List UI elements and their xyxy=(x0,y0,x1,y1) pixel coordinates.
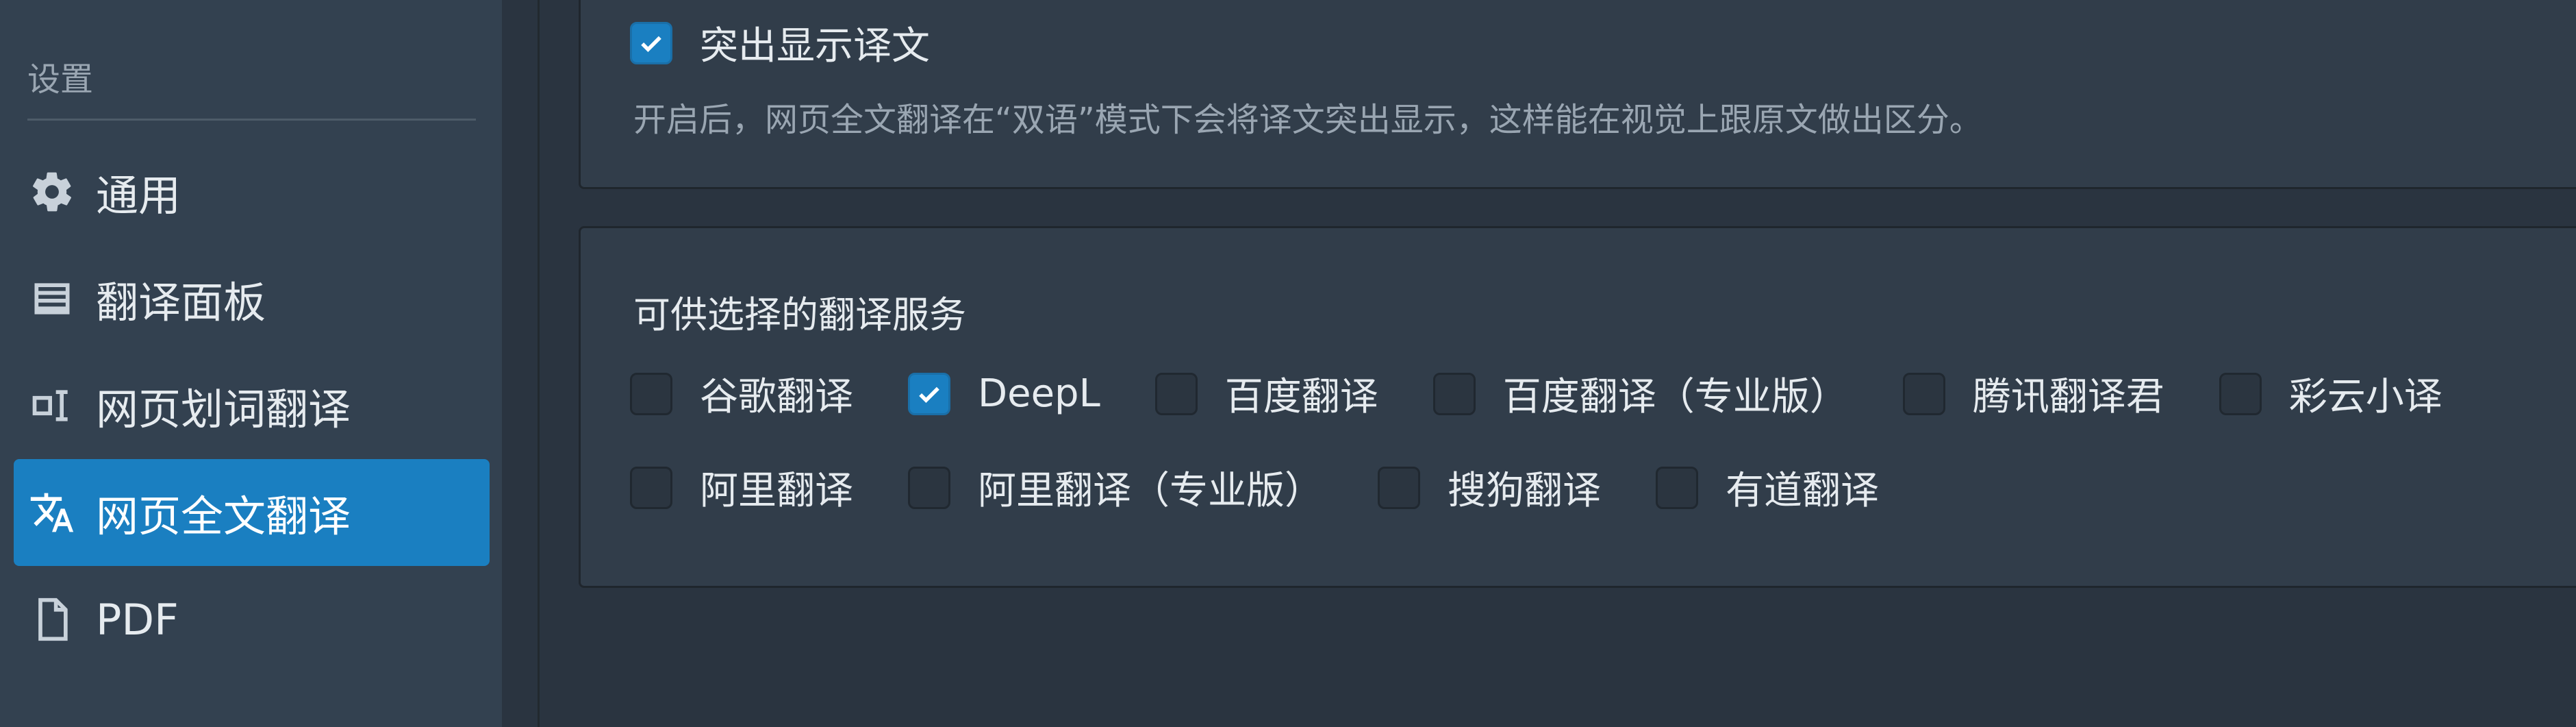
sidebar-item-translate-panel[interactable]: 翻译面板 xyxy=(14,245,490,352)
translate-icon xyxy=(29,489,75,536)
service-checkbox[interactable] xyxy=(1432,372,1476,415)
service-checkbox[interactable] xyxy=(908,466,950,509)
services-row-1: 谷歌翻译 DeepL 百度翻译 百度翻译（专业版） 腾讯翻译君 彩云小译 xyxy=(630,366,2497,421)
service-label: 百度翻译（专业版） xyxy=(1502,375,1848,419)
highlight-label: 突出显示译文 xyxy=(700,24,930,69)
sidebar-item-general[interactable]: 通用 xyxy=(14,138,490,245)
service-checkbox[interactable] xyxy=(2219,372,2262,415)
services-row-2: 阿里翻译 阿里翻译（专业版） 搜狗翻译 有道翻译 xyxy=(630,460,1934,515)
sidebar-item-label: 翻译面板 xyxy=(96,278,266,328)
service-checkbox[interactable] xyxy=(1154,372,1198,415)
highlight-checkbox[interactable] xyxy=(630,21,672,64)
service-checkbox[interactable] xyxy=(630,466,672,509)
service-checkbox[interactable] xyxy=(1378,466,1420,509)
highlight-option[interactable]: 突出显示译文 xyxy=(630,15,930,71)
service-option-ali-pro[interactable]: 阿里翻译（专业版） xyxy=(908,460,1323,515)
service-checkbox[interactable] xyxy=(908,372,950,415)
service-option-baidu-pro[interactable]: 百度翻译（专业版） xyxy=(1432,366,1848,421)
service-option-caiyun[interactable]: 彩云小译 xyxy=(2219,366,2442,421)
panel-icon xyxy=(29,275,75,322)
sidebar-item-label: 网页划词翻译 xyxy=(96,384,351,434)
service-option-sogou[interactable]: 搜狗翻译 xyxy=(1378,460,1601,515)
sidebar-heading: 设置 xyxy=(27,60,94,99)
service-label: 搜狗翻译 xyxy=(1448,469,1601,513)
highlight-help-text: 开启后，网页全文翻译在“双语”模式下会将译文突出显示，这样能在视觉上跟原文做出区… xyxy=(633,101,1982,139)
service-label: 腾讯翻译君 xyxy=(1972,375,2164,419)
service-option-baidu[interactable]: 百度翻译 xyxy=(1154,366,1378,421)
service-label: DeepL xyxy=(978,371,1100,416)
service-option-youdao[interactable]: 有道翻译 xyxy=(1656,460,1879,515)
sidebar-item-word-translate[interactable]: 网页划词翻译 xyxy=(14,352,490,459)
settings-window: 设置 通用 翻译面板 网页划词翻译 网页全文翻译 PDF 突出显示译文 开启后，… xyxy=(0,0,2576,727)
main-divider xyxy=(538,0,540,727)
service-label: 阿里翻译 xyxy=(700,469,853,513)
sidebar-item-label: 网页全文翻译 xyxy=(96,491,351,541)
file-icon xyxy=(29,596,75,643)
service-option-deepl[interactable]: DeepL xyxy=(908,371,1100,416)
services-title: 可供选择的翻译服务 xyxy=(633,293,966,336)
sidebar-item-label: PDF xyxy=(96,594,179,645)
sidebar-item-label: 通用 xyxy=(96,171,181,221)
service-label: 阿里翻译（专业版） xyxy=(978,469,1323,513)
service-checkbox[interactable] xyxy=(1902,372,1945,415)
sidebar-item-pdf[interactable]: PDF xyxy=(14,566,490,673)
service-label: 谷歌翻译 xyxy=(700,375,853,419)
service-label: 有道翻译 xyxy=(1726,469,1879,513)
check-icon xyxy=(641,36,661,52)
service-option-ali[interactable]: 阿里翻译 xyxy=(630,460,853,515)
sidebar-item-page-translate[interactable]: 网页全文翻译 xyxy=(14,459,490,566)
service-checkbox[interactable] xyxy=(630,372,672,415)
service-label: 彩云小译 xyxy=(2288,375,2442,419)
check-icon xyxy=(919,386,939,403)
service-label: 百度翻译 xyxy=(1224,375,1378,419)
service-option-google[interactable]: 谷歌翻译 xyxy=(630,366,853,421)
text-select-icon xyxy=(29,382,75,429)
sidebar-divider xyxy=(27,119,476,121)
service-option-tencent[interactable]: 腾讯翻译君 xyxy=(1902,366,2164,421)
service-checkbox[interactable] xyxy=(1656,466,1698,509)
gear-icon xyxy=(29,169,75,215)
sidebar: 设置 通用 翻译面板 网页划词翻译 网页全文翻译 PDF xyxy=(0,0,502,727)
